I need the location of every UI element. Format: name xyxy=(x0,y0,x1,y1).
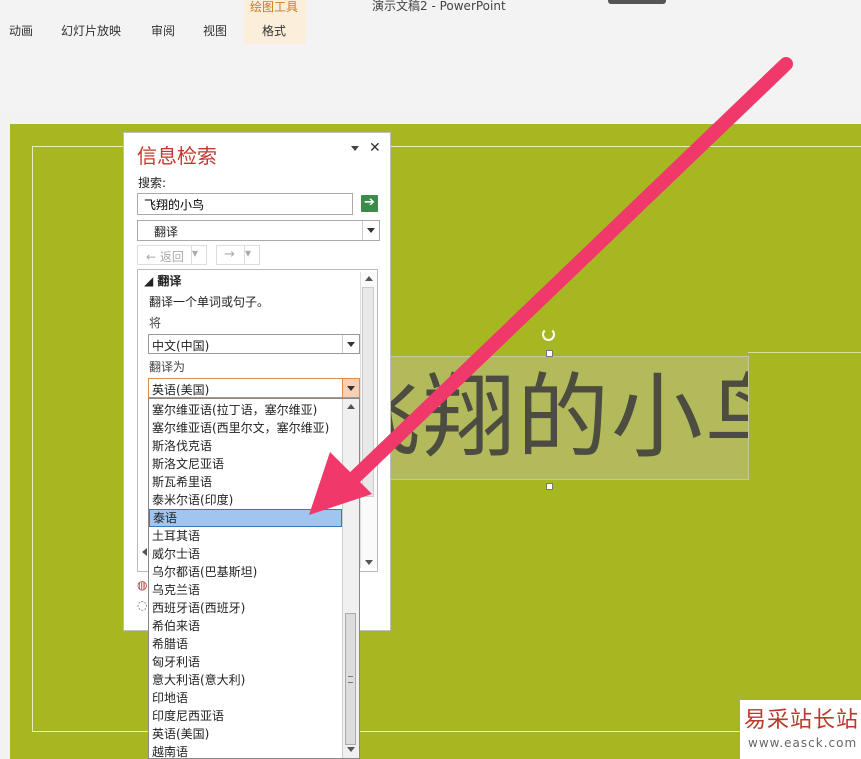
watermark-logo: 易采站长站 xyxy=(744,708,860,733)
annotation-arrow xyxy=(309,57,793,515)
watermark: 易采站长站 www.easck.com xyxy=(740,700,861,759)
watermark-url: www.easck.com xyxy=(748,736,858,750)
arrow-shaft xyxy=(345,57,793,487)
